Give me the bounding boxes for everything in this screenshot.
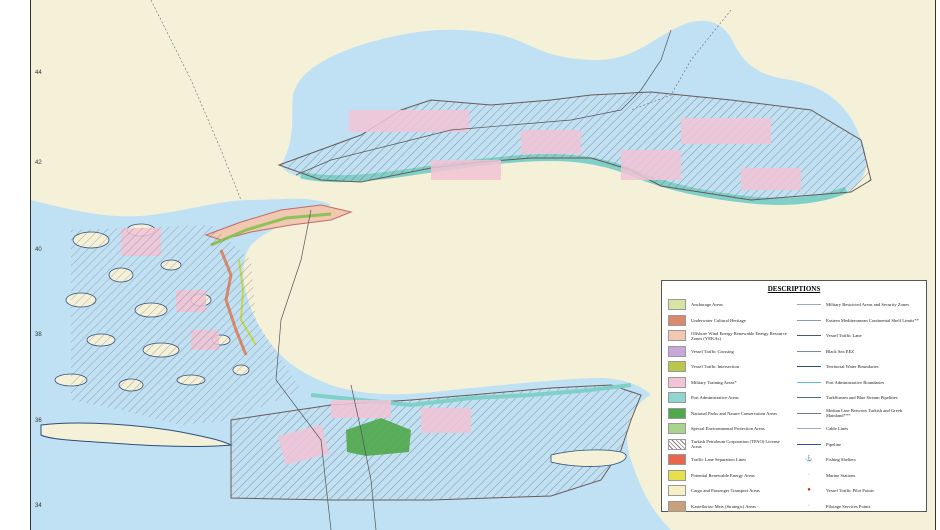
legend-item: Kastellorizo Meis (Strategic) Areas bbox=[668, 499, 791, 515]
legend-label: Cable Lines bbox=[826, 426, 849, 432]
legend-swatch bbox=[668, 361, 686, 373]
legend-swatch bbox=[668, 392, 686, 404]
legend-lines-column: Military Restricted Areas and Security Z… bbox=[797, 297, 920, 514]
legend-item: Underwater Cultural Heritage bbox=[668, 313, 791, 329]
legend-item: Median Line Between Turkish and Greek Ma… bbox=[797, 406, 920, 422]
map-frame: 44 42 40 38 36 34 DESCRIPTIONS Anchorage… bbox=[30, 0, 936, 530]
legend-line-symbol bbox=[797, 335, 821, 337]
legend-label: Offshore Wind Energy Renewable Energy Re… bbox=[691, 330, 787, 341]
legend-swatch bbox=[668, 469, 686, 481]
legend-label: Military Restricted Areas and Security Z… bbox=[826, 302, 910, 308]
legend-label: Pipeline bbox=[826, 441, 842, 447]
legend-swatch bbox=[668, 376, 686, 388]
legend-areas-column: Anchorage Areas Underwater Cultural Herit… bbox=[668, 297, 791, 514]
legend-label: National Parks and Nature Conservation A… bbox=[691, 410, 777, 416]
legend-swatch bbox=[668, 314, 686, 326]
legend-item: Port Administrative Areas bbox=[668, 390, 791, 406]
legend-line-symbol bbox=[797, 319, 821, 321]
latitude-label: 40 bbox=[35, 247, 42, 253]
latitude-label: 36 bbox=[35, 418, 42, 424]
legend-item: ⚓ Fishing Shelters bbox=[797, 452, 920, 468]
legend-item: Black Sea EEZ bbox=[797, 344, 920, 360]
legend-label: Territorial Water Boundaries bbox=[826, 364, 879, 370]
legend-label: TurkStream and Blue Stream Pipelines bbox=[826, 395, 898, 401]
latitude-label: 38 bbox=[35, 332, 42, 338]
legend-label: Vessel Traffic Lane bbox=[826, 333, 862, 339]
legend-line-symbol bbox=[797, 350, 821, 352]
legend-swatch bbox=[668, 485, 686, 497]
legend-label: Vessel Traffic Pilot Points bbox=[826, 488, 874, 494]
legend-item: Offshore Wind Energy Renewable Energy Re… bbox=[668, 328, 791, 344]
legend-swatch bbox=[668, 500, 686, 512]
legend-line-symbol bbox=[797, 304, 821, 306]
legend-line-symbol bbox=[797, 381, 821, 383]
legend-item: Potential Renewable Energy Areas bbox=[668, 468, 791, 484]
legend-label: Marine Stations bbox=[826, 472, 856, 478]
legend-label: Eastern Mediterranean Continental Shelf … bbox=[826, 317, 919, 323]
legend-label: Median Line Between Turkish and Greek Ma… bbox=[826, 408, 903, 419]
legend-label: Potential Renewable Energy Areas bbox=[691, 472, 755, 478]
legend-item: Port Administrative Boundaries bbox=[797, 375, 920, 391]
legend-swatch bbox=[668, 345, 686, 357]
legend-item: Anchorage Areas bbox=[668, 297, 791, 313]
legend-item: Vessel Traffic Lane bbox=[797, 328, 920, 344]
legend-line-symbol bbox=[797, 443, 821, 445]
legend-swatch bbox=[668, 330, 686, 342]
legend-item: Vessel Traffic Crossing bbox=[668, 344, 791, 360]
latitude-label: 34 bbox=[35, 503, 42, 509]
legend-label: Port Administrative Boundaries bbox=[826, 379, 885, 385]
legend-label: Military Training Areas* bbox=[691, 379, 737, 385]
legend-item: Pipeline bbox=[797, 437, 920, 453]
legend-swatch bbox=[668, 454, 686, 466]
legend-item: Cable Lines bbox=[797, 421, 920, 437]
legend-label: Turkish Petroleum Corporation (TPAO) Lic… bbox=[691, 439, 780, 450]
legend-item: Turkish Petroleum Corporation (TPAO) Lic… bbox=[668, 437, 791, 453]
legend-swatch bbox=[668, 438, 686, 450]
legend-swatch bbox=[668, 423, 686, 435]
legend-point-symbol: ● bbox=[807, 487, 811, 494]
legend-item: Territorial Water Boundaries bbox=[797, 359, 920, 375]
legend-label: Underwater Cultural Heritage bbox=[691, 317, 746, 323]
legend-label: Vessel Traffic Crossing bbox=[691, 348, 734, 354]
legend-item: Cargo and Passenger Transport Areas bbox=[668, 483, 791, 499]
latitude-label: 42 bbox=[35, 160, 42, 166]
legend-item: · Marine Stations bbox=[797, 468, 920, 484]
legend-line-symbol bbox=[797, 397, 821, 399]
legend-label: Vessel Traffic Intersection bbox=[691, 364, 740, 370]
legend-item: TurkStream and Blue Stream Pipelines bbox=[797, 390, 920, 406]
legend-label: Cargo and Passenger Transport Areas bbox=[691, 488, 760, 494]
legend-item: · Pilotage Services Points bbox=[797, 499, 920, 515]
legend-point-symbol: · bbox=[808, 471, 810, 478]
legend-line-symbol bbox=[797, 412, 821, 414]
legend-swatch bbox=[668, 407, 686, 419]
legend-label: Black Sea EEZ bbox=[826, 348, 855, 354]
legend-label: Pilotage Services Points bbox=[826, 503, 871, 509]
legend-point-symbol: · bbox=[808, 502, 810, 509]
legend-item: National Parks and Nature Conservation A… bbox=[668, 406, 791, 422]
legend-line-symbol bbox=[797, 366, 821, 368]
legend-label: Port Administrative Areas bbox=[691, 395, 739, 401]
legend-title: DESCRIPTIONS bbox=[767, 285, 821, 293]
legend-item: Special Environmental Protection Areas bbox=[668, 421, 791, 437]
legend-label: Kastellorizo Meis (Strategic) Areas bbox=[691, 503, 756, 509]
legend-item: Vessel Traffic Intersection bbox=[668, 359, 791, 375]
legend-point-symbol: ⚓ bbox=[805, 456, 813, 463]
latitude-label: 44 bbox=[35, 70, 42, 76]
map-legend: DESCRIPTIONS Anchorage Areas Underwater C… bbox=[661, 280, 927, 512]
legend-item: Eastern Mediterranean Continental Shelf … bbox=[797, 313, 920, 329]
legend-line-symbol bbox=[797, 428, 821, 430]
legend-label: Traffic Lane Separation Lines bbox=[691, 457, 746, 463]
legend-label: Fishing Shelters bbox=[826, 457, 856, 463]
legend-label: Special Environmental Protection Areas bbox=[691, 426, 765, 432]
legend-item: Military Restricted Areas and Security Z… bbox=[797, 297, 920, 313]
legend-item: Traffic Lane Separation Lines bbox=[668, 452, 791, 468]
legend-item: Military Training Areas* bbox=[668, 375, 791, 391]
legend-swatch bbox=[668, 299, 686, 311]
legend-label: Anchorage Areas bbox=[691, 302, 723, 308]
cyprus bbox=[550, 449, 627, 467]
legend-item: ● Vessel Traffic Pilot Points bbox=[797, 483, 920, 499]
